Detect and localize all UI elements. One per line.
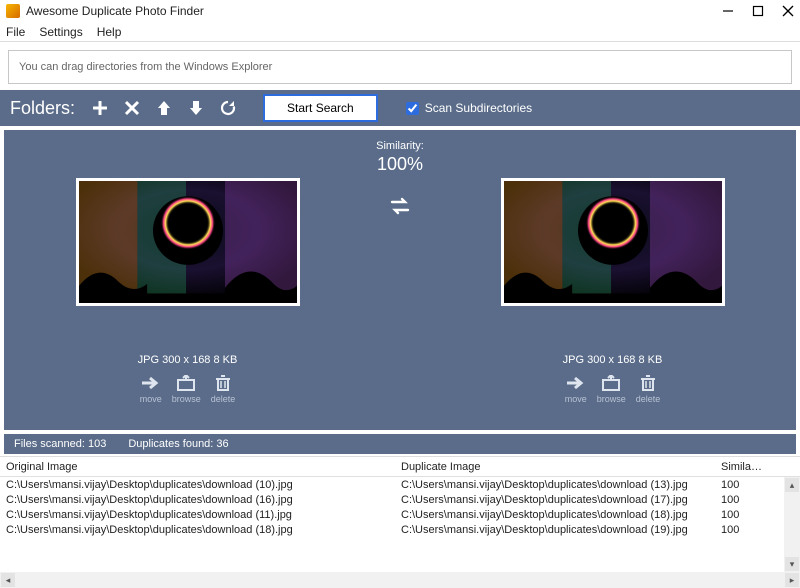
cell-original: C:\Users\mansi.vijay\Desktop\duplicates\… (0, 507, 395, 523)
cell-duplicate: C:\Users\mansi.vijay\Desktop\duplicates\… (395, 507, 715, 523)
scan-subdirectories-checkbox[interactable]: Scan Subdirectories (406, 101, 532, 115)
titlebar: Awesome Duplicate Photo Finder (0, 0, 800, 22)
header-original[interactable]: Original Image (0, 459, 395, 475)
scroll-left-icon[interactable]: ◂ (1, 573, 15, 587)
toolbar: Folders: Start Search Scan Subdirectorie… (0, 90, 800, 126)
status-bar: Files scanned: 103 Duplicates found: 36 (4, 434, 796, 454)
maximize-button[interactable] (752, 5, 764, 17)
folders-label: Folders: (10, 98, 75, 119)
right-browse-button[interactable]: browse (597, 374, 626, 404)
left-browse-button[interactable]: browse (172, 374, 201, 404)
results-header: Original Image Duplicate Image Similarit… (0, 457, 800, 477)
cell-similarity: 100 (715, 507, 770, 523)
move-down-button[interactable] (185, 97, 207, 119)
preview-left-pane: JPG 300 x 168 8 KB move browse delete (4, 130, 371, 430)
arrow-right-icon (141, 374, 161, 392)
remove-folder-button[interactable] (121, 97, 143, 119)
close-button[interactable] (782, 5, 794, 17)
table-row[interactable]: C:\Users\mansi.vijay\Desktop\duplicates\… (0, 522, 800, 537)
results-rows: C:\Users\mansi.vijay\Desktop\duplicates\… (0, 477, 800, 572)
cell-duplicate: C:\Users\mansi.vijay\Desktop\duplicates\… (395, 492, 715, 508)
browse-icon (601, 374, 621, 392)
preview-right-info: JPG 300 x 168 8 KB (563, 354, 663, 366)
preview-middle: Similarity: 100% (371, 130, 429, 430)
similarity-value: 100% (377, 154, 423, 175)
scroll-down-icon[interactable]: ▾ (785, 557, 799, 571)
arrow-right-icon (566, 374, 586, 392)
scroll-up-icon[interactable]: ▴ (785, 478, 799, 492)
cell-similarity: 100 (715, 492, 770, 508)
cell-original: C:\Users\mansi.vijay\Desktop\duplicates\… (0, 522, 395, 538)
preview-right-pane: JPG 300 x 168 8 KB move browse delete (429, 130, 796, 430)
menu-settings[interactable]: Settings (39, 25, 82, 39)
preview-left-info: JPG 300 x 168 8 KB (138, 354, 238, 366)
app-icon (6, 4, 20, 18)
left-move-button[interactable]: move (140, 374, 162, 404)
start-search-button[interactable]: Start Search (263, 94, 378, 122)
menu-help[interactable]: Help (97, 25, 122, 39)
horizontal-scrollbar[interactable]: ◂ ▸ (0, 572, 800, 588)
add-folder-button[interactable] (89, 97, 111, 119)
right-move-button[interactable]: move (565, 374, 587, 404)
cell-original: C:\Users\mansi.vijay\Desktop\duplicates\… (0, 477, 395, 493)
cell-duplicate: C:\Users\mansi.vijay\Desktop\duplicates\… (395, 477, 715, 493)
preview-right-actions: move browse delete (565, 374, 661, 404)
preview-left-image[interactable] (76, 178, 300, 306)
results-list: Original Image Duplicate Image Similarit… (0, 456, 800, 588)
browse-icon (176, 374, 196, 392)
cell-original: C:\Users\mansi.vijay\Desktop\duplicates\… (0, 492, 395, 508)
table-row[interactable]: C:\Users\mansi.vijay\Desktop\duplicates\… (0, 507, 800, 522)
dropzone-hint: You can drag directories from the Window… (19, 61, 272, 73)
table-row[interactable]: C:\Users\mansi.vijay\Desktop\duplicates\… (0, 492, 800, 507)
left-delete-button[interactable]: delete (211, 374, 236, 404)
swap-button[interactable] (389, 197, 411, 215)
refresh-button[interactable] (217, 97, 239, 119)
scan-subdirectories-input[interactable] (406, 102, 419, 115)
preview-left-actions: move browse delete (140, 374, 236, 404)
preview-right-image[interactable] (501, 178, 725, 306)
scroll-right-icon[interactable]: ▸ (785, 573, 799, 587)
files-scanned: Files scanned: 103 (14, 438, 106, 450)
cell-similarity: 100 (715, 477, 770, 493)
cell-similarity: 100 (715, 522, 770, 538)
menu-file[interactable]: File (6, 25, 25, 39)
vertical-scrollbar[interactable]: ▴ ▾ (784, 477, 800, 572)
table-row[interactable]: C:\Users\mansi.vijay\Desktop\duplicates\… (0, 477, 800, 492)
duplicates-found: Duplicates found: 36 (128, 438, 228, 450)
right-delete-button[interactable]: delete (636, 374, 661, 404)
cell-duplicate: C:\Users\mansi.vijay\Desktop\duplicates\… (395, 522, 715, 538)
similarity-label: Similarity: (376, 140, 424, 152)
preview-area: JPG 300 x 168 8 KB move browse delete Si… (0, 126, 800, 434)
window-title: Awesome Duplicate Photo Finder (26, 4, 722, 18)
scan-subdirectories-label: Scan Subdirectories (425, 101, 532, 115)
minimize-button[interactable] (722, 5, 734, 17)
menubar: File Settings Help (0, 22, 800, 42)
trash-icon (638, 374, 658, 392)
dropzone[interactable]: You can drag directories from the Window… (8, 50, 792, 84)
header-duplicate[interactable]: Duplicate Image (395, 459, 715, 475)
trash-icon (213, 374, 233, 392)
move-up-button[interactable] (153, 97, 175, 119)
header-similarity[interactable]: Similarity (715, 459, 770, 475)
